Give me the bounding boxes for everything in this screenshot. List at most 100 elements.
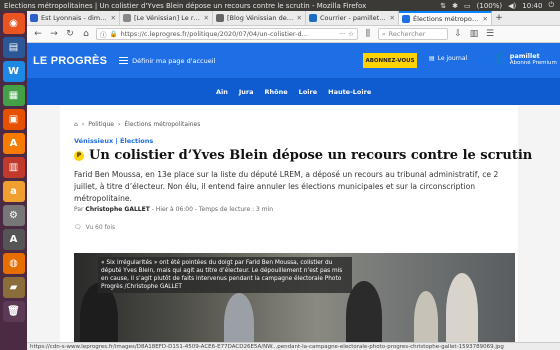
document-viewer-icon[interactable]: ▤ xyxy=(2,37,25,58)
favicon-icon xyxy=(309,14,317,22)
close-icon[interactable]: ✕ xyxy=(297,14,302,22)
updater-icon[interactable]: A xyxy=(2,229,25,250)
journal-label: Le journal xyxy=(437,55,468,62)
views-label: Vu 60 fois xyxy=(85,224,116,231)
breadcrumb: ⌂ › Politique › Élections métropolitaine… xyxy=(74,121,201,128)
home-page-button[interactable]: Définir ma page d'accueil xyxy=(119,57,215,65)
tab-1[interactable]: [Le Vénissian] Le recou✕ xyxy=(120,11,213,25)
premium-badge-icon: P xyxy=(74,150,84,161)
person-figure xyxy=(224,293,254,342)
trash-icon[interactable]: 🗑 xyxy=(2,301,25,322)
status-bar: https://cdn-s-www.leprogres.fr/images/D8… xyxy=(27,342,560,350)
download-icon[interactable]: ⇩ xyxy=(452,28,464,40)
region-link-haute-loire[interactable]: Haute-Loire xyxy=(328,88,371,96)
window-title: Elections métropolitaines | Un colistier… xyxy=(4,1,367,10)
bookmark-star-icon[interactable]: ☆ xyxy=(348,30,354,38)
settings-icon[interactable]: ⚙ xyxy=(2,205,25,226)
tab-4-active[interactable]: Élections métropolitaine✕ xyxy=(399,11,492,25)
region-nav: Ain Jura Rhône Loire Haute-Loire xyxy=(27,78,560,105)
firefox-icon[interactable]: ◍ xyxy=(2,253,25,274)
home-icon[interactable]: ⌂ xyxy=(74,121,78,128)
impress-icon[interactable]: ▣ xyxy=(2,109,25,130)
menu-icon[interactable]: ☰ xyxy=(484,28,496,40)
comment-icon: 🗨 xyxy=(74,224,82,231)
home-icon[interactable]: ⌂ xyxy=(80,28,92,40)
newspaper-icon: ▤ xyxy=(429,55,435,62)
reload-icon[interactable]: ↻ xyxy=(64,28,76,40)
network-icon[interactable]: ⇅ xyxy=(440,2,446,10)
user-name: pamillet xyxy=(509,52,540,60)
new-tab-icon[interactable]: + xyxy=(492,11,506,25)
close-icon[interactable]: ✕ xyxy=(483,15,488,23)
user-icon: 👤 xyxy=(492,52,506,65)
journal-link[interactable]: ▤ Le journal xyxy=(429,55,467,62)
ubuntu-dash-icon[interactable]: ◉ xyxy=(2,13,25,34)
search-icon: ⌕ xyxy=(382,29,386,38)
tab-2[interactable]: [Blog Vénissian de Pierr✕ xyxy=(213,11,306,25)
launcher: ◉ ▤ W ▦ ▣ A ▥ a ⚙ A ◍ ▰ 🗑 xyxy=(0,11,27,350)
close-icon[interactable]: ✕ xyxy=(390,14,395,22)
close-icon[interactable]: ✕ xyxy=(111,14,116,22)
lock-icon[interactable]: 🔒 xyxy=(110,30,118,38)
photo-caption: « Six irrégularités » ont été pointées d… xyxy=(98,257,352,293)
tab-label: [Le Vénissian] Le recou xyxy=(134,14,201,22)
person-figure xyxy=(414,291,438,342)
breadcrumb-elections[interactable]: Élections métropolitaines xyxy=(124,121,200,128)
site-logo[interactable]: LE PROGRÈS xyxy=(33,55,107,67)
search-placeholder: Rechercher xyxy=(388,30,426,38)
headline: P Un colistier d’Yves Blein dépose un re… xyxy=(74,148,532,163)
sidebar-icon[interactable]: ▥ xyxy=(468,28,480,40)
tab-label: [Blog Vénissian de Pierr xyxy=(227,14,294,22)
tab-label: Courrier - pamillet@ven xyxy=(320,14,387,22)
subscribe-button[interactable]: ABONNEZ-VOUS xyxy=(363,53,417,68)
user-account[interactable]: 👤 pamillet Abonné Premium xyxy=(492,52,557,66)
breadcrumb-politique[interactable]: Politique xyxy=(88,121,114,128)
library-icon[interactable]: ⫼ xyxy=(362,28,374,40)
hamburger-icon xyxy=(119,57,129,64)
calc-icon[interactable]: ▦ xyxy=(2,85,25,106)
clock[interactable]: 10:40 xyxy=(522,2,542,10)
tab-bar: Est Lyonnais - dimanche✕ [Le Vénissian] … xyxy=(27,11,560,26)
byline: Par Christophe GALLET - Hier à 06:00 - T… xyxy=(74,206,273,213)
info-icon[interactable]: ⓘ xyxy=(100,29,107,39)
site-header: LE PROGRÈS Définir ma page d'accueil ABO… xyxy=(27,43,560,78)
power-icon[interactable]: ⏻ xyxy=(548,1,554,10)
battery-level: (100%) xyxy=(476,1,503,10)
region-link-loire[interactable]: Loire xyxy=(299,88,317,96)
article-kicker[interactable]: Vénissieux | Élections xyxy=(74,137,153,145)
author-name[interactable]: Christophe GALLET xyxy=(85,206,149,213)
tab-0[interactable]: Est Lyonnais - dimanche✕ xyxy=(27,11,120,25)
person-figure xyxy=(446,273,478,342)
favicon-icon xyxy=(123,14,131,22)
byline-meta: - Hier à 06:00 - Temps de lecture : 3 mi… xyxy=(151,206,274,213)
bluetooth-icon[interactable]: ✱ xyxy=(452,2,458,10)
forward-icon[interactable]: → xyxy=(48,28,60,40)
region-link-jura[interactable]: Jura xyxy=(239,88,254,96)
comments-count[interactable]: 🗨 Vu 60 fois xyxy=(74,224,115,231)
search-input[interactable]: ⌕ Rechercher xyxy=(378,28,448,40)
home-page-label: Définir ma page d'accueil xyxy=(132,56,216,65)
battery-icon[interactable]: ▭ xyxy=(464,2,471,10)
volume-icon[interactable]: ◀) xyxy=(508,2,516,10)
files-icon[interactable]: ▰ xyxy=(2,277,25,298)
navigation-bar: ← → ↻ ⌂ ⓘ 🔒 https://c.leprogres.fr/polit… xyxy=(27,26,560,43)
back-icon[interactable]: ← xyxy=(32,28,44,40)
writer-icon[interactable]: W xyxy=(2,61,25,82)
office-icon[interactable]: ▥ xyxy=(2,157,25,178)
favicon-icon xyxy=(216,14,224,22)
system-top-bar: Elections métropolitaines | Un colistier… xyxy=(0,0,560,11)
close-icon[interactable]: ✕ xyxy=(204,14,209,22)
page-actions-icon[interactable]: ··· xyxy=(339,30,345,38)
article-photo[interactable]: « Six irrégularités » ont été pointées d… xyxy=(74,253,515,342)
favicon-icon xyxy=(402,15,410,23)
article-lead: Farid Ben Moussa, en 13e place sur la li… xyxy=(74,170,499,203)
amazon-icon[interactable]: a xyxy=(2,181,25,202)
article: ⌂ › Politique › Élections métropolitaine… xyxy=(60,105,532,342)
region-link-rhone[interactable]: Rhône xyxy=(265,88,288,96)
software-center-icon[interactable]: A xyxy=(2,133,25,154)
page-content: LE PROGRÈS Définir ma page d'accueil ABO… xyxy=(27,43,560,342)
region-link-ain[interactable]: Ain xyxy=(216,88,228,96)
system-tray[interactable]: ⇅ ✱ ▭ (100%) ◀) 10:40 ⏻ xyxy=(440,1,560,10)
url-bar[interactable]: ⓘ 🔒 https://c.leprogres.fr/politique/202… xyxy=(96,28,358,40)
tab-3[interactable]: Courrier - pamillet@ven✕ xyxy=(306,11,399,25)
